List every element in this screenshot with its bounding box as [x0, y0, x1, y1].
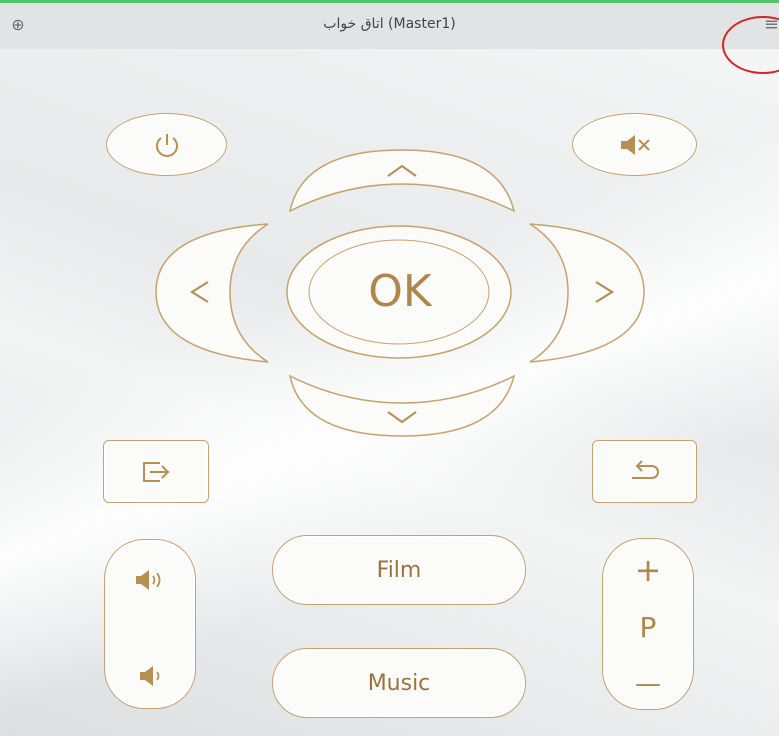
exit-icon [143, 461, 170, 482]
music-label: Music [367, 670, 431, 696]
back-button[interactable] [592, 440, 697, 503]
channel-label: P [639, 611, 657, 644]
back-icon [631, 459, 659, 479]
channel-rocker: + P — [602, 538, 694, 710]
volume-down-icon[interactable] [135, 664, 165, 688]
ok-button[interactable] [286, 225, 512, 359]
menu-icon[interactable]: ≡ [761, 14, 779, 36]
film-label: Film [376, 557, 422, 583]
top-bar: ⊕ اتاق خواب (Master1) ≡ [0, 0, 779, 49]
channel-up-button[interactable]: + [635, 553, 662, 587]
up-button[interactable] [288, 149, 516, 213]
film-button[interactable]: Film [272, 535, 526, 605]
dpad [155, 149, 645, 437]
volume-up-icon[interactable] [133, 568, 167, 592]
page-title: اتاق خواب (Master1) [323, 16, 456, 32]
left-button[interactable] [155, 223, 269, 363]
right-button[interactable] [529, 223, 645, 363]
volume-rocker [104, 539, 196, 709]
channel-down-button[interactable]: — [635, 669, 661, 699]
down-button[interactable] [288, 374, 516, 437]
music-button[interactable]: Music [272, 648, 526, 718]
exit-button[interactable] [103, 440, 209, 503]
